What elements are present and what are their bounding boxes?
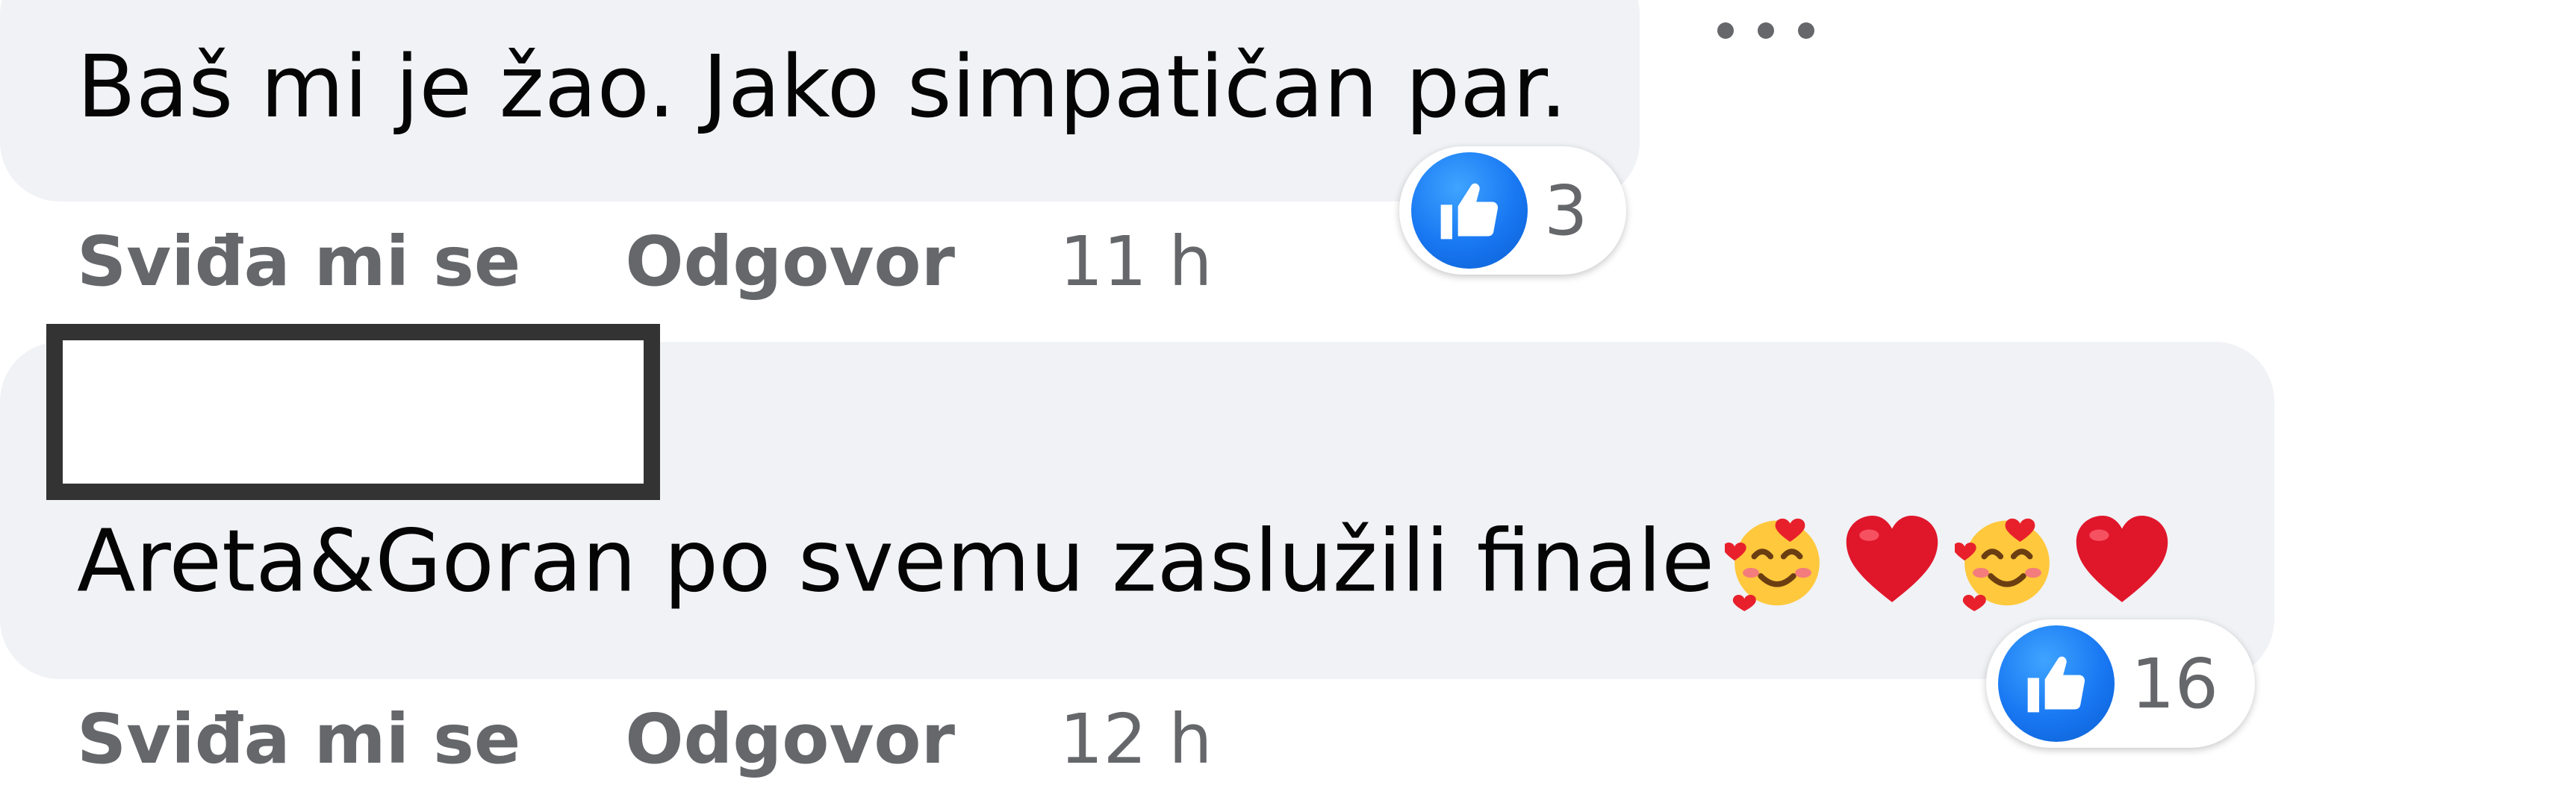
reaction-count: 16	[2131, 643, 2219, 724]
comment-text: Baš mi je žao. Jako simpatičan par.	[77, 37, 1567, 137]
timestamp[interactable]: 11 h	[1060, 222, 1213, 302]
dot	[1798, 22, 1814, 39]
red-heart-icon	[1846, 515, 1938, 602]
like-button[interactable]: Sviđa mi se	[77, 222, 520, 302]
thumbs-up-icon	[1998, 625, 2115, 742]
reply-button[interactable]: Odgovor	[625, 699, 955, 779]
comment-actions: Sviđa mi se Odgovor 11 h	[77, 220, 1213, 302]
smiling-face-with-hearts-icon	[1725, 518, 1820, 611]
red-heart-icon	[2076, 515, 2168, 602]
like-button[interactable]: Sviđa mi se	[77, 699, 520, 779]
dot	[1758, 22, 1774, 39]
reaction-count: 3	[1544, 170, 1588, 251]
smiling-face-with-hearts-icon	[1955, 518, 2050, 611]
comment-text: Areta&Goran po svemu zaslužili finale	[77, 511, 1715, 612]
reply-button[interactable]: Odgovor	[625, 222, 955, 302]
comments-page: Baš mi je žao. Jako simpatičan par. 3 Sv…	[0, 0, 2576, 806]
reaction-summary[interactable]: 16	[1986, 619, 2255, 748]
reaction-summary[interactable]: 3	[1399, 146, 1626, 275]
timestamp[interactable]: 12 h	[1060, 699, 1213, 779]
dot	[1717, 22, 1734, 39]
redacted-author-name	[46, 324, 660, 500]
comment-actions: Sviđa mi se Odgovor 12 h	[77, 698, 1213, 780]
thumbs-up-icon	[1411, 152, 1528, 269]
comment-text-line: Areta&Goran po svemu zaslužili finale	[77, 515, 2174, 619]
more-options-icon[interactable]	[1717, 19, 1814, 42]
